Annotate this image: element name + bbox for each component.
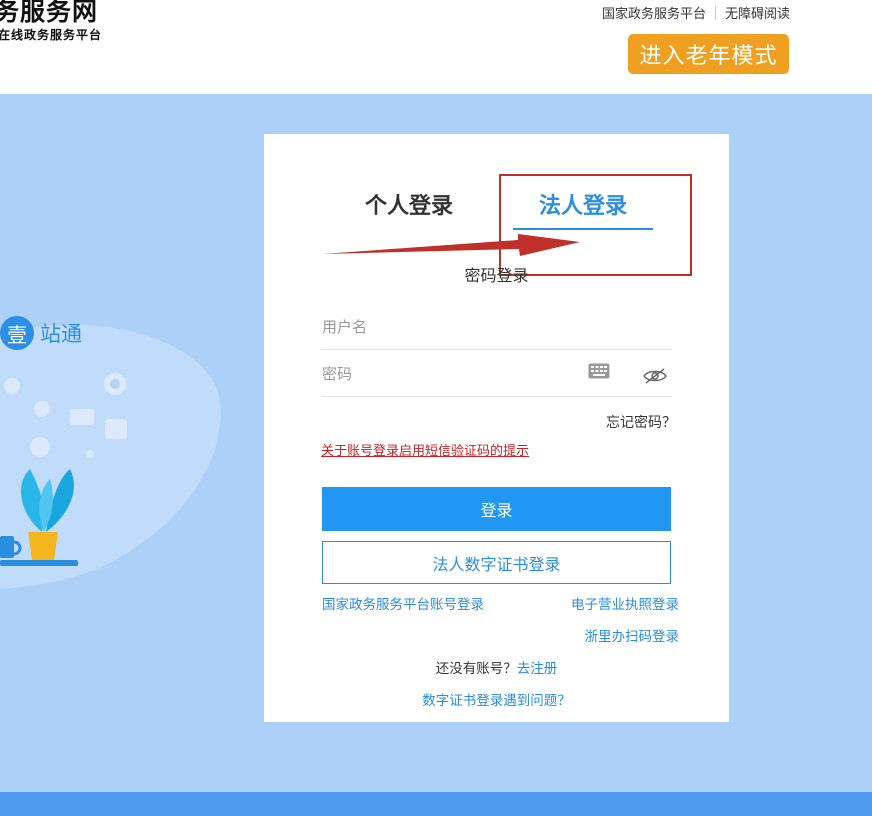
e-business-license-login-link[interactable]: 电子营业执照登录 [571,593,679,613]
no-account-row: 还没有账号？去注册 [264,657,729,677]
username-input[interactable] [321,304,672,349]
header: 务服务网 在线政务服务平台 国家政务服务平台 无障碍阅读 进入老年模式 [0,0,872,94]
annotation-highlight-box [499,174,692,276]
yizhantong-badge: 壹 [0,316,34,350]
yizhantong-name: 站通 [40,322,82,346]
certificate-help-link[interactable]: 数字证书登录遇到问题？ [264,689,729,709]
arrow-annotation-icon [322,234,580,256]
eye-off-icon[interactable] [643,368,667,384]
top-links: 国家政务服务平台 无障碍阅读 [602,3,790,22]
yizhantong-logo: 壹 站通 [0,316,82,350]
message-bubble-icon [70,409,94,425]
dots-bubble-icon [30,437,50,457]
footer-bar [0,792,872,816]
user-bubble-icon [110,379,120,389]
top-link-divider [714,5,716,20]
no-account-text: 还没有账号？ [435,661,517,677]
site-subtitle: 在线政务服务平台 [0,28,103,42]
login-button[interactable]: 登录 [322,487,671,531]
password-login-label: 密码登录 [464,266,529,285]
username-field [321,304,672,350]
site-title: 务服务网 [0,0,99,26]
note-bubble-icon [105,419,127,439]
top-link-national-platform[interactable]: 国家政务服务平台 [602,3,706,22]
register-link[interactable]: 去注册 [517,661,558,677]
elder-mode-button[interactable]: 进入老年模式 [628,34,789,74]
tab-personal-login[interactable]: 个人登录 [365,188,453,220]
sms-verification-notice-link[interactable]: 关于账号登录启用短信验证码的提示 [321,440,529,459]
top-link-accessibility[interactable]: 无障碍阅读 [725,3,790,22]
forgot-password-link[interactable]: 忘记密码？ [606,412,676,432]
location-bubble-icon [4,378,20,394]
password-input[interactable] [321,351,672,396]
login-card: 个人登录 法人登录 密码登录 忘记密码？ 关于账号登录启用短信验证码的提示 登录… [264,134,729,722]
shelf-line [0,560,78,566]
small-dot-icon [86,450,94,458]
password-field [321,351,672,397]
keyboard-icon[interactable] [588,363,610,379]
zheliban-scan-login-link[interactable]: 浙里办扫码登录 [585,625,680,645]
national-platform-login-link[interactable]: 国家政务服务平台账号登录 [322,593,484,613]
digital-certificate-login-button[interactable]: 法人数字证书登录 [322,541,671,584]
phone-bubble-icon [34,401,50,417]
